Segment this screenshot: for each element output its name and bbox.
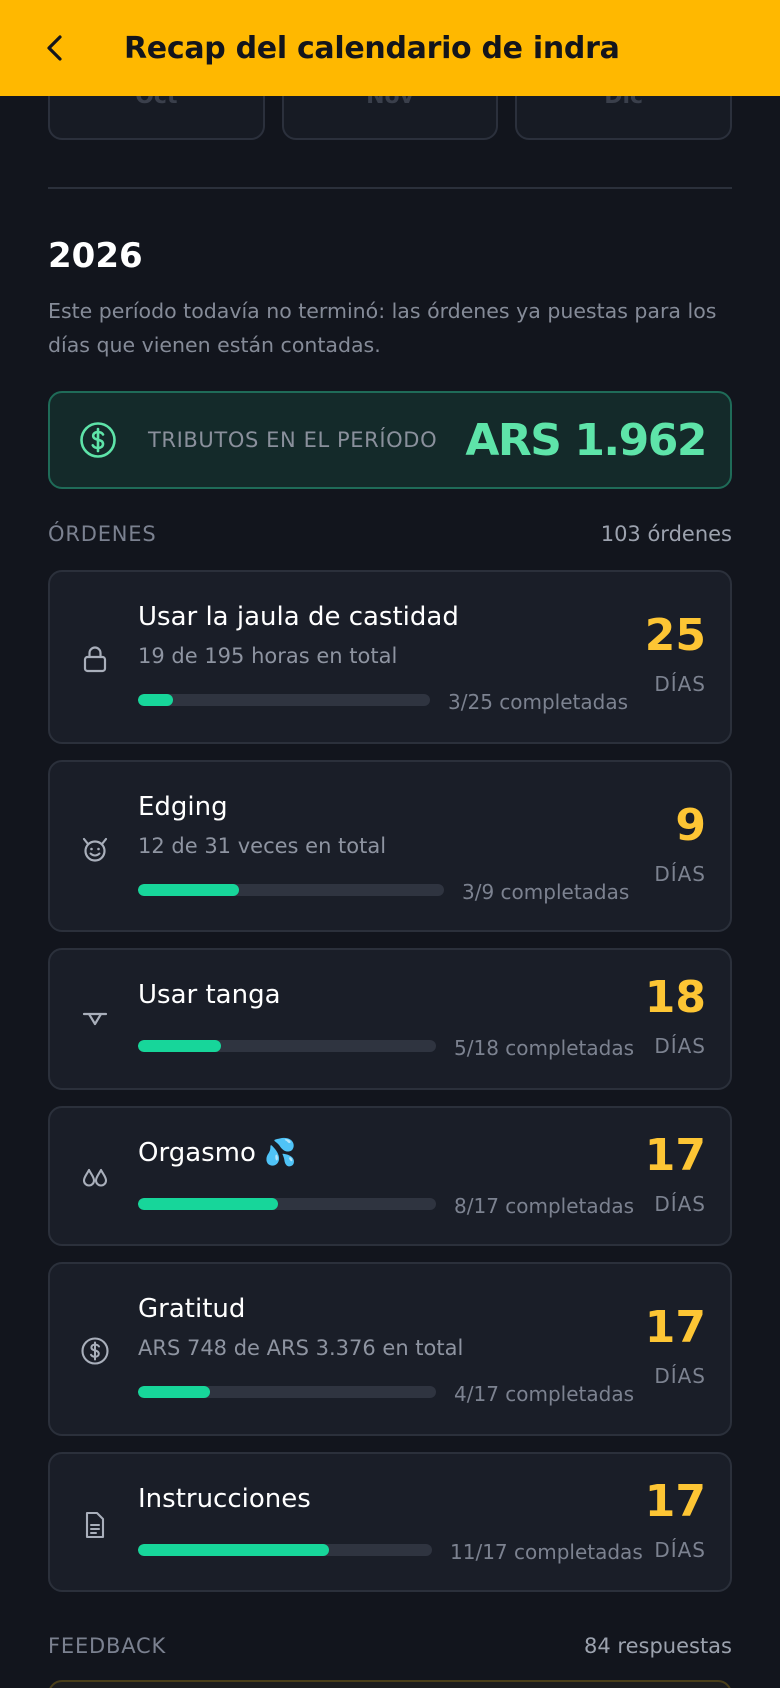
- order-title: Gratitud: [138, 1294, 246, 1324]
- page-title: Recap del calendario de indra: [124, 30, 620, 66]
- order-card-gratitud[interactable]: Gratitud ARS 748 de ARS 3.376 en total 4…: [48, 1262, 732, 1436]
- days-count: 9: [675, 800, 706, 851]
- tributes-value: ARS 1.962: [465, 414, 707, 466]
- days-label: DÍAS: [654, 1192, 706, 1216]
- days-count: 17: [644, 1130, 706, 1181]
- chevron-left-icon: [47, 35, 62, 61]
- progress-text: 4/17 completadas: [454, 1382, 635, 1406]
- progress-bar: [138, 1386, 436, 1398]
- progress-text: 3/9 completadas: [462, 880, 630, 904]
- period-year: 2026: [48, 236, 143, 276]
- progress-fill: [138, 1040, 222, 1052]
- progress-bar: [138, 1544, 432, 1556]
- droplets-icon: [82, 1168, 108, 1187]
- feedback-title: FEEDBACK: [48, 1634, 167, 1658]
- order-title: Usar tanga: [138, 980, 281, 1010]
- progress-fill: [138, 884, 239, 896]
- progress-fill: [138, 1386, 210, 1398]
- order-title: Instrucciones: [138, 1484, 311, 1514]
- order-title: Usar la jaula de castidad: [138, 602, 459, 632]
- days-count: 17: [644, 1302, 706, 1353]
- thong-icon: [82, 1012, 108, 1026]
- document-icon: [85, 1511, 105, 1539]
- days-label: DÍAS: [654, 1364, 706, 1388]
- dollar-circle-icon: [81, 1337, 109, 1365]
- feedback-count: 84 respuestas: [584, 1634, 732, 1658]
- divider: [48, 187, 732, 189]
- progress-fill: [138, 1544, 330, 1556]
- progress-bar: [138, 884, 444, 896]
- order-subtitle: 12 de 31 veces en total: [138, 834, 387, 858]
- order-card-jaula[interactable]: Usar la jaula de castidad 19 de 195 hora…: [48, 570, 732, 744]
- days-count: 18: [644, 972, 706, 1023]
- feedback-header: FEEDBACK 84 respuestas: [48, 1634, 732, 1658]
- order-subtitle: ARS 748 de ARS 3.376 en total: [138, 1336, 464, 1360]
- order-title: Edging: [138, 792, 228, 822]
- orders-title: ÓRDENES: [48, 522, 157, 546]
- order-subtitle: 19 de 195 horas en total: [138, 644, 398, 668]
- days-label: DÍAS: [654, 862, 706, 886]
- days-label: DÍAS: [654, 1034, 706, 1058]
- days-label: DÍAS: [654, 672, 706, 696]
- order-card-tanga[interactable]: Usar tanga 5/18 completadas 18 DÍAS: [48, 948, 732, 1090]
- tributes-label: TRIBUTOS EN EL PERÍODO: [148, 428, 438, 452]
- days-count: 25: [644, 610, 706, 661]
- feedback-card[interactable]: [48, 1680, 732, 1688]
- orders-count: 103 órdenes: [600, 522, 732, 546]
- days-count: 17: [644, 1476, 706, 1527]
- orders-header: ÓRDENES 103 órdenes: [48, 522, 732, 546]
- progress-bar: [138, 694, 430, 706]
- order-card-instrucciones[interactable]: Instrucciones 11/17 completadas 17 DÍAS: [48, 1452, 732, 1592]
- app-bar: Recap del calendario de indra: [0, 0, 780, 96]
- order-card-edging[interactable]: Edging 12 de 31 veces en total 3/9 compl…: [48, 760, 732, 932]
- progress-text: 5/18 completadas: [454, 1036, 635, 1060]
- back-button[interactable]: [26, 18, 86, 78]
- devil-face-icon: [82, 837, 108, 862]
- progress-bar: [138, 1040, 436, 1052]
- progress-text: 8/17 completadas: [454, 1194, 635, 1218]
- progress-fill: [138, 1198, 279, 1210]
- progress-text: 11/17 completadas: [450, 1540, 643, 1564]
- progress-text: 3/25 completadas: [448, 690, 629, 714]
- days-label: DÍAS: [654, 1538, 706, 1562]
- period-description: Este período todavía no terminó: las órd…: [48, 299, 717, 357]
- tributes-summary: TRIBUTOS EN EL PERÍODO ARS 1.962: [48, 391, 732, 489]
- lock-icon: [83, 646, 107, 673]
- dollar-circle-icon: [80, 422, 116, 458]
- order-title: Orgasmo 💦: [138, 1138, 297, 1168]
- progress-fill: [138, 694, 174, 706]
- order-card-orgasmo[interactable]: Orgasmo 💦 8/17 completadas 17 DÍAS: [48, 1106, 732, 1246]
- progress-bar: [138, 1198, 436, 1210]
